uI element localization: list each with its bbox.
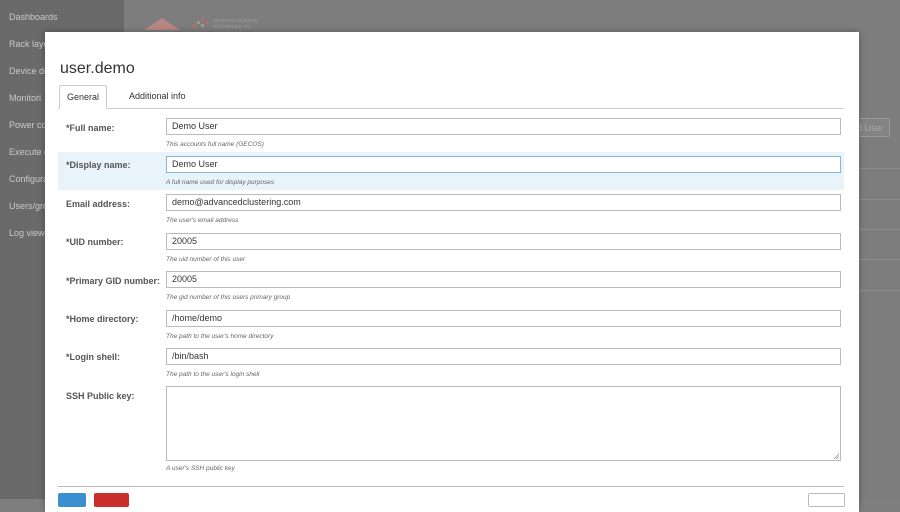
- logo-text: advanced clustering technologies, inc.: [213, 18, 258, 30]
- divider: [859, 290, 900, 291]
- field-label: Email address:: [66, 199, 131, 209]
- gid-input[interactable]: 20005: [166, 271, 841, 288]
- field-help: The path to the user's home directory: [166, 333, 274, 340]
- login-shell-input[interactable]: /bin/bash: [166, 348, 841, 365]
- field-help: This accounts full name (GECOS): [166, 141, 264, 148]
- resize-handle-icon[interactable]: [833, 453, 839, 459]
- tab-general[interactable]: General: [59, 85, 107, 109]
- display-name-input[interactable]: Demo User: [166, 156, 841, 173]
- form-row-gid: *Primary GID number: 20005 The gid numbe…: [58, 267, 844, 305]
- field-label: SSH Public key:: [66, 391, 135, 401]
- field-help: A full name used for display purposes: [166, 179, 275, 186]
- field-label: *UID number:: [66, 237, 124, 247]
- field-help: A user's SSH public key: [166, 465, 235, 472]
- user-edit-modal: user.demo General Additional info *Full …: [45, 32, 859, 512]
- divider: [859, 168, 900, 169]
- divider: [859, 229, 900, 230]
- form-row-display-name: *Display name: Demo User A full name use…: [58, 152, 844, 190]
- divider: [859, 199, 900, 200]
- field-label: *Display name:: [66, 160, 131, 170]
- form-row-uid: *UID number: 20005 The uid number of thi…: [58, 228, 844, 266]
- tab-bar: General Additional info: [58, 85, 844, 109]
- sidebar-item-dashboards[interactable]: Dashboards: [0, 4, 124, 31]
- delete-button[interactable]: [94, 493, 129, 507]
- field-label: *Primary GID number:: [66, 276, 161, 286]
- divider: [859, 259, 900, 260]
- modal-title: user.demo: [60, 60, 135, 77]
- form-row-email: Email address: demo@advancedclustering.c…: [58, 190, 844, 228]
- ssh-public-key-textarea[interactable]: [166, 386, 841, 461]
- field-label: *Full name:: [66, 123, 115, 133]
- form-row-full-name: *Full name: Demo User This accounts full…: [58, 114, 844, 152]
- form-row-home-directory: *Home directory: /home/demo The path to …: [58, 305, 844, 343]
- close-button[interactable]: [808, 493, 845, 507]
- field-label: *Login shell:: [66, 352, 120, 362]
- field-help: The user's email address: [166, 217, 239, 224]
- company-logo-icon: [144, 18, 180, 30]
- field-help: The gid number of this users primary gro…: [166, 294, 291, 301]
- field-help: The uid number of this user: [166, 256, 246, 263]
- footer-divider: [58, 486, 844, 487]
- email-input[interactable]: demo@advancedclustering.com: [166, 194, 841, 211]
- save-button[interactable]: [58, 493, 86, 507]
- logo-mark-icon: [193, 18, 208, 27]
- home-directory-input[interactable]: /home/demo: [166, 310, 841, 327]
- field-label: *Home directory:: [66, 314, 139, 324]
- form-row-login-shell: *Login shell: /bin/bash The path to the …: [58, 344, 844, 382]
- full-name-input[interactable]: Demo User: [166, 118, 841, 135]
- tab-additional-info[interactable]: Additional info: [121, 85, 194, 108]
- field-help: The path to the user's login shell: [166, 371, 260, 378]
- uid-input[interactable]: 20005: [166, 233, 841, 250]
